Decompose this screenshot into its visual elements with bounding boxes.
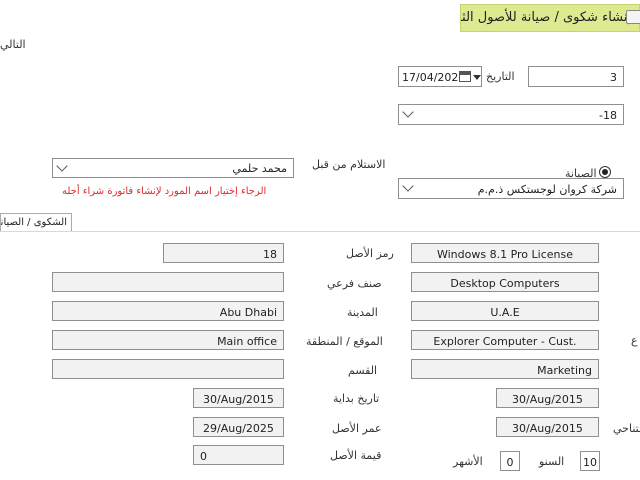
date-picker[interactable]: 17/04/2022	[398, 66, 482, 87]
asset-name-field[interactable]: Windows 8.1 Pro License	[411, 243, 599, 263]
calendar-icon[interactable]	[459, 71, 471, 82]
tab-divider	[0, 231, 640, 232]
asset-value-field[interactable]: 0	[193, 445, 284, 465]
months-input[interactable]: 0	[500, 451, 520, 471]
location-field[interactable]: Main office	[52, 330, 284, 350]
customer-field[interactable]: Explorer Computer - Cust.	[411, 330, 599, 350]
asset-value-label: قيمة الأصل	[330, 449, 382, 462]
category-field[interactable]: Desktop Computers	[411, 272, 599, 292]
asset-code-field[interactable]: 18	[163, 243, 284, 263]
vendor-error-message: الرجاء إختيار اسم المورد لإنشاء فاتورة ش…	[62, 186, 267, 197]
branch-value: 18-	[599, 109, 617, 122]
window-control-button[interactable]	[626, 10, 640, 24]
asset-code-label: رمز الأصل	[346, 247, 394, 260]
received-by-dropdown[interactable]: محمد حلمي	[52, 158, 294, 178]
received-by-value: محمد حلمي	[232, 162, 287, 175]
country-field[interactable]: U.A.E	[411, 301, 599, 321]
section-label: القسم	[348, 364, 378, 377]
years-label: السنو	[539, 455, 565, 468]
asset-age-label: عمر الأصل	[332, 422, 382, 435]
document-number-input[interactable]: 3	[528, 66, 624, 87]
maintenance-radio[interactable]	[599, 166, 611, 178]
vendor-value: شركة كروان لوجستكس ذ.م.م	[477, 183, 617, 196]
date-label: التاريخ	[486, 70, 515, 83]
start-date-field[interactable]: 30/Aug/2015	[193, 388, 284, 408]
vendor-dropdown[interactable]: شركة كروان لوجستكس ذ.م.م	[398, 178, 624, 199]
asset-age-field[interactable]: 29/Aug/2025	[193, 417, 284, 437]
received-by-label: الاستلام من قبل	[312, 158, 386, 171]
chevron-down-icon	[56, 160, 68, 172]
chevron-down-icon	[402, 180, 414, 192]
tab-complaint-maintenance[interactable]: الشكوى / الصيانة	[0, 213, 72, 232]
window-title: إنشاء شكوى / صيانة للأصول الثابتة	[460, 4, 640, 32]
expiry-date-field[interactable]: 30/Aug/2015	[496, 417, 599, 437]
trailing-label-b: متناحي	[613, 422, 640, 435]
next-link[interactable]: التالي	[0, 38, 26, 51]
department-field[interactable]: Marketing	[411, 359, 599, 379]
chevron-down-icon[interactable]	[473, 75, 481, 80]
city-label: المدينة	[347, 306, 378, 319]
trailing-label-a: ع	[631, 334, 638, 347]
start-date-label: تاريخ بداية	[333, 392, 380, 405]
date-value: 17/04/2022	[402, 71, 466, 84]
purchase-date-field[interactable]: 30/Aug/2015	[496, 388, 599, 408]
chevron-down-icon	[402, 106, 414, 118]
branch-dropdown[interactable]: 18-	[398, 104, 624, 125]
months-label: الأشهر	[453, 455, 483, 468]
subcategory-field[interactable]	[52, 272, 284, 292]
city-field[interactable]: Abu Dhabi	[52, 301, 284, 321]
years-input[interactable]: 10	[580, 451, 600, 471]
subcategory-label: صنف فرعي	[327, 277, 382, 290]
section-field[interactable]	[52, 359, 284, 379]
location-label: الموقع / المنطقة	[306, 335, 383, 348]
